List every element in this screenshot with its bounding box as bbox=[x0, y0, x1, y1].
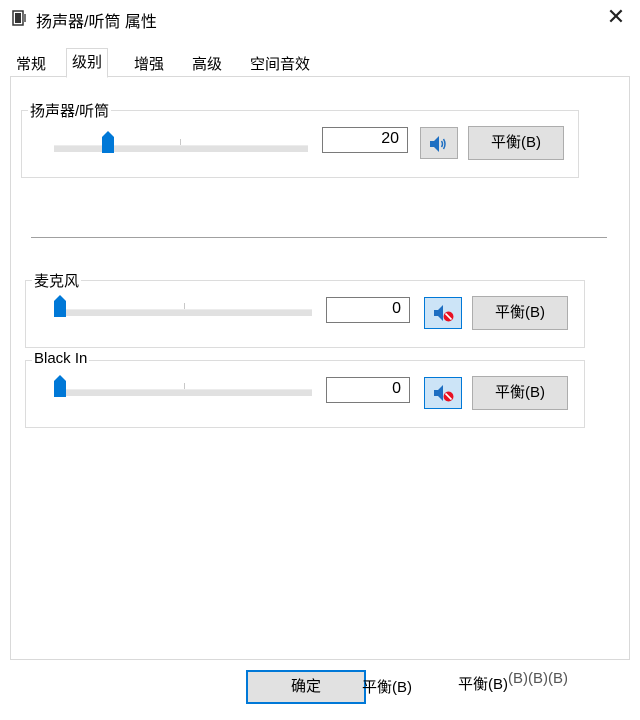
microphone-mute-button[interactable] bbox=[424, 297, 462, 329]
microphone-balance-button[interactable]: 平衡(B) bbox=[472, 296, 568, 330]
speaker-volume-slider[interactable] bbox=[54, 125, 308, 159]
tab-strip: 常规 级别 增强 高级 空间音效 bbox=[0, 48, 640, 78]
black-in-mute-button[interactable] bbox=[424, 377, 462, 409]
footer-balance-text-3: (B)(B)(B) bbox=[508, 670, 568, 687]
slider-track bbox=[54, 309, 312, 316]
slider-track bbox=[54, 389, 312, 396]
speaker-group-label: 扬声器/听筒 bbox=[28, 100, 112, 121]
slider-thumb[interactable] bbox=[54, 295, 66, 317]
slider-thumb[interactable] bbox=[54, 375, 66, 397]
slider-thumb[interactable] bbox=[102, 131, 114, 153]
slider-track bbox=[54, 145, 308, 152]
black-in-balance-button[interactable]: 平衡(B) bbox=[472, 376, 568, 410]
footer-balance-text-1: 平衡(B) bbox=[362, 679, 412, 696]
tab-levels[interactable]: 级别 bbox=[66, 48, 109, 78]
levels-panel: 扬声器/听筒 20 平衡(B) 麦克风 0 平衡(B) Black In 0 平… bbox=[10, 76, 630, 660]
microphone-group-label: 麦克风 bbox=[32, 270, 82, 291]
speaker-mute-button[interactable] bbox=[420, 127, 458, 159]
slider-tick bbox=[184, 303, 185, 309]
slider-tick bbox=[180, 139, 181, 145]
title-bar: 扬声器/听筒 属性 ✕ bbox=[0, 0, 640, 36]
microphone-volume-slider[interactable] bbox=[54, 289, 312, 323]
footer-balance-text-2: 平衡(B) bbox=[458, 676, 508, 693]
speaker-volume-input[interactable]: 20 bbox=[322, 127, 408, 153]
black-in-volume-slider[interactable] bbox=[54, 369, 312, 403]
window-title: 扬声器/听筒 属性 bbox=[36, 14, 157, 31]
separator bbox=[31, 237, 607, 238]
black-in-volume-input[interactable]: 0 bbox=[326, 377, 410, 403]
microphone-volume-input[interactable]: 0 bbox=[326, 297, 410, 323]
slider-tick bbox=[184, 383, 185, 389]
black-in-group-label: Black In bbox=[32, 350, 90, 367]
close-button[interactable]: ✕ bbox=[596, 2, 636, 34]
speaker-properties-icon bbox=[12, 10, 28, 26]
tab-enhancements[interactable]: 增强 bbox=[128, 50, 170, 76]
ok-button[interactable]: 确定 bbox=[246, 670, 366, 704]
close-icon: ✕ bbox=[606, 4, 626, 29]
tab-advanced[interactable]: 高级 bbox=[186, 50, 228, 76]
speaker-balance-button[interactable]: 平衡(B) bbox=[468, 126, 564, 160]
speaker-group: 扬声器/听筒 20 平衡(B) bbox=[21, 100, 579, 178]
black-in-group: Black In 0 平衡(B) bbox=[25, 350, 585, 428]
microphone-group: 麦克风 0 平衡(B) bbox=[25, 270, 585, 348]
tab-spatial-sound[interactable]: 空间音效 bbox=[244, 50, 316, 76]
tab-general[interactable]: 常规 bbox=[10, 50, 52, 76]
